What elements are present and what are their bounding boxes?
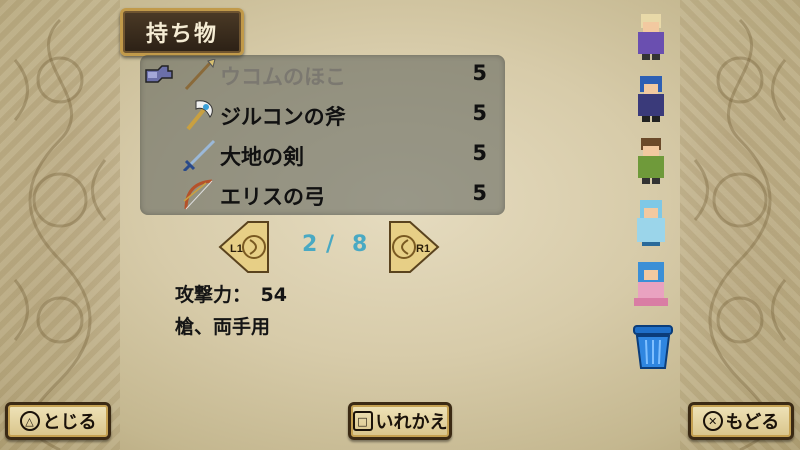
total-pages: 8 <box>352 232 368 257</box>
party-member-4-sprite[interactable] <box>628 196 674 248</box>
cross-icon: ✕ <box>702 411 723 431</box>
swap-button[interactable]: □ いれかえ <box>348 402 452 440</box>
party-member-1-sprite[interactable] <box>628 10 674 62</box>
left-ornament <box>0 0 120 450</box>
page-separator: / <box>326 232 335 257</box>
page-navigator: L1 2 / 8 R1 <box>218 220 440 274</box>
attack-stat: 攻撃力： 54 <box>175 284 287 306</box>
item-row-1[interactable]: ウコムのほこ 5 <box>140 55 505 95</box>
item-quantity: 5 <box>472 181 487 205</box>
party-member-2-sprite[interactable] <box>628 72 674 124</box>
back-label: もどる <box>725 412 780 433</box>
trash-icon[interactable] <box>628 320 678 372</box>
close-label: とじる <box>42 412 97 433</box>
item-row-4[interactable]: エリスの弓 5 <box>140 175 505 215</box>
party-member-5-sprite[interactable] <box>628 258 674 310</box>
sword-icon <box>182 139 216 171</box>
right-ornament <box>680 0 800 450</box>
item-row-2[interactable]: ジルコンの斧 5 <box>140 95 505 135</box>
bow-icon <box>183 179 213 210</box>
next-page-button[interactable]: R1 <box>388 220 440 274</box>
current-page: 2 <box>302 232 318 257</box>
weapon-type: 槍、両手用 <box>175 316 271 338</box>
item-name: ジルコンの斧 <box>220 105 346 129</box>
close-button[interactable]: △ とじる <box>5 402 111 440</box>
party-member-3-sprite[interactable] <box>628 134 674 186</box>
prev-page-button[interactable]: L1 <box>218 220 270 274</box>
item-name: エリスの弓 <box>220 185 325 209</box>
l1-label: L1 <box>230 243 243 255</box>
item-row-3[interactable]: 大地の剣 5 <box>140 135 505 175</box>
spear-icon <box>184 59 216 91</box>
r1-label: R1 <box>416 243 430 255</box>
item-name: 大地の剣 <box>220 145 304 169</box>
back-button[interactable]: ✕ もどる <box>688 402 794 440</box>
item-name: ウコムのほこ <box>220 65 346 89</box>
menu-title: 持ち物 <box>120 8 244 56</box>
hand-cursor-icon <box>145 65 173 83</box>
square-icon: □ <box>352 411 373 431</box>
item-quantity: 5 <box>472 101 487 125</box>
swap-label: いれかえ <box>375 412 448 433</box>
item-quantity: 5 <box>472 141 487 165</box>
triangle-icon: △ <box>19 411 40 431</box>
item-quantity: 5 <box>472 61 487 85</box>
item-list: ウコムのほこ 5 ジルコンの斧 5 大地の剣 5 エリスの弓 5 <box>140 55 505 215</box>
axe-icon <box>186 100 213 131</box>
